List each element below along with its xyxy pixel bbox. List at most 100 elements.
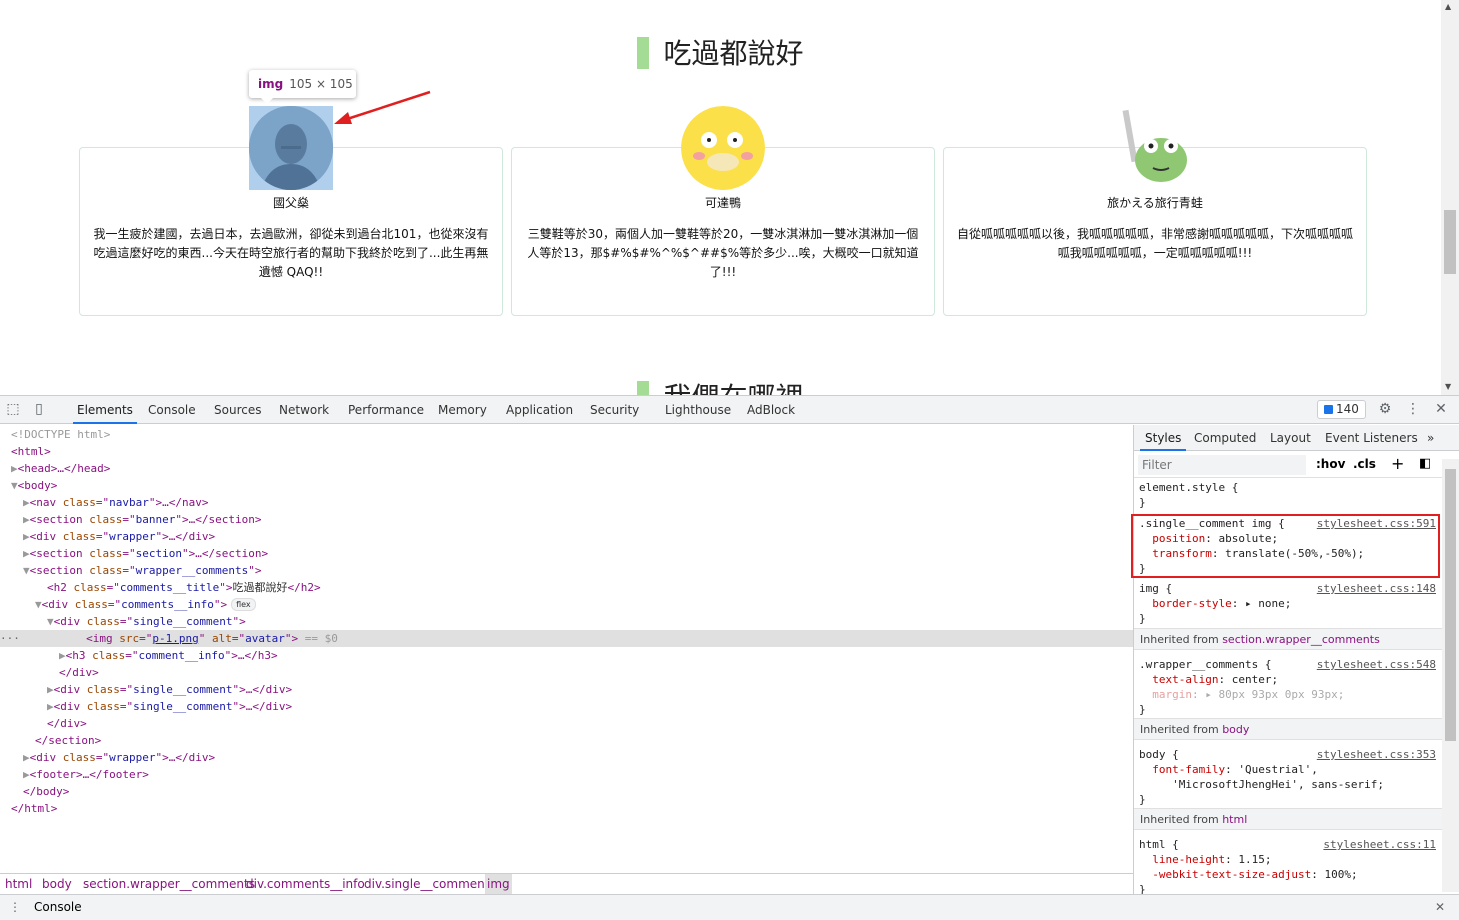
close-drawer-icon[interactable]: ✕ xyxy=(1435,895,1445,920)
toggle-sidebar-icon[interactable]: ◧ xyxy=(1419,456,1431,471)
rule-close-brace: } xyxy=(1139,496,1146,509)
more-tabs-chevron-icon[interactable]: » xyxy=(1422,425,1439,451)
close-devtools-icon[interactable]: ✕ xyxy=(1434,402,1448,416)
next-section-title: 我們在哪裡 xyxy=(0,376,1441,395)
dom-node-section[interactable]: ▶<section class="section">…</section> xyxy=(0,545,1133,562)
tab-memory[interactable]: Memory xyxy=(434,396,491,424)
dom-node-single-comment-3[interactable]: ▶<div class="single__comment">…</div> xyxy=(0,698,1133,715)
breadcrumb-item[interactable]: div.comments__info xyxy=(244,874,367,894)
declaration-font-family[interactable]: font-family: 'Questrial', xyxy=(1139,762,1439,777)
declaration-text-align[interactable]: text-align: center; xyxy=(1139,672,1439,687)
dom-node-comments-info[interactable]: ▼<div class="comments__info"> flex xyxy=(0,596,1133,613)
issues-badge[interactable]: 140 xyxy=(1317,400,1366,419)
flex-badge[interactable]: flex xyxy=(231,598,256,611)
hover-state-toggle[interactable]: :hov xyxy=(1316,457,1345,471)
styles-scrollbar[interactable] xyxy=(1442,459,1459,892)
dom-node-footer[interactable]: ▶<footer>…</footer> xyxy=(0,766,1133,783)
breadcrumb-item[interactable]: div.single__comment xyxy=(362,874,491,894)
styles-filter-input[interactable]: Filter xyxy=(1138,455,1306,475)
tab-lighthouse[interactable]: Lighthouse xyxy=(661,396,735,424)
declaration-margin-inactive[interactable]: margin: ▸ 80px 93px 0px 93px; xyxy=(1139,687,1439,702)
breadcrumb: html body section.wrapper__comments div.… xyxy=(0,873,1133,894)
tab-event-listeners[interactable]: Event Listeners xyxy=(1320,425,1423,451)
tab-sources[interactable]: Sources xyxy=(210,396,265,424)
tab-console[interactable]: Console xyxy=(144,396,200,424)
devtools-tabbar: ⬚ ▯ Elements Console Sources Network Per… xyxy=(0,396,1459,424)
dom-node-banner[interactable]: ▶<section class="banner">…</section> xyxy=(0,511,1133,528)
more-options-icon[interactable]: ⋮ xyxy=(1406,402,1420,416)
dom-node-close-div: </div> xyxy=(47,717,87,730)
page-scrollbar[interactable]: ▲ ▼ xyxy=(1441,0,1459,395)
new-rule-plus-icon[interactable]: + xyxy=(1391,454,1404,473)
dom-node-comments-section[interactable]: ▼<section class="wrapper__comments"> xyxy=(0,562,1133,579)
annotation-highlight-box xyxy=(1131,514,1440,578)
tab-layout[interactable]: Layout xyxy=(1265,425,1316,451)
declaration-font-family-cont: 'MicrosoftJhengHei', sans-serif; xyxy=(1172,778,1385,791)
element-highlight-overlay xyxy=(249,106,333,190)
comment-name: 可達鴨 xyxy=(704,196,741,210)
comment-text: 三雙鞋等於30，兩個人加一雙鞋等於20，一雙冰淇淋加一雙冰淇淋加一個人等於13，… xyxy=(527,227,919,279)
page-scrollbar-thumb[interactable] xyxy=(1444,210,1456,274)
scroll-down-arrow-icon[interactable]: ▼ xyxy=(1445,382,1451,391)
class-toggle[interactable]: .cls xyxy=(1353,457,1376,471)
drawer-console-tab[interactable]: Console xyxy=(34,895,82,920)
page-viewport: 吃過都說好 國父燊 我一生疲於建國，去過日本，去過歐洲，卻從未到過台北101，也… xyxy=(0,0,1441,395)
issues-flag-icon xyxy=(1324,405,1333,414)
inherited-from-header: Inherited from section.wrapper__comments xyxy=(1134,628,1442,650)
inherited-from-header: Inherited from html xyxy=(1134,808,1442,830)
dom-node-wrapper-2[interactable]: ▶<div class="wrapper">…</div> xyxy=(0,749,1133,766)
dom-node-wrapper[interactable]: ▶<div class="wrapper">…</div> xyxy=(0,528,1133,545)
tab-security[interactable]: Security xyxy=(586,396,643,424)
devtools-panel: ⬚ ▯ Elements Console Sources Network Per… xyxy=(0,395,1459,920)
device-toolbar-icon[interactable]: ▯ xyxy=(32,402,46,416)
dom-node-nav[interactable]: ▶<nav class="navbar">…</nav> xyxy=(0,494,1133,511)
breadcrumb-item[interactable]: body xyxy=(40,874,74,894)
tab-application[interactable]: Application xyxy=(502,396,577,424)
rule-img[interactable]: img {stylesheet.css:148 xyxy=(1139,581,1439,596)
declaration-line-height[interactable]: line-height: 1.15; xyxy=(1139,852,1439,867)
dom-node-body[interactable]: ▼<body> xyxy=(0,477,1133,494)
dom-node-close-body: </body> xyxy=(23,785,70,798)
dom-node-head[interactable]: ▶<head>…</head> xyxy=(0,460,1133,477)
dom-node-html[interactable]: <html> xyxy=(0,443,1133,460)
dom-node-single-comment-2[interactable]: ▶<div class="single__comment">…</div> xyxy=(0,681,1133,698)
title-accent-bar xyxy=(637,381,650,395)
styles-scrollbar-thumb[interactable] xyxy=(1445,469,1456,741)
comment-text: 自從呱呱呱呱呱以後，我呱呱呱呱呱，非常感謝呱呱呱呱呱，下次呱呱呱呱呱我呱呱呱呱呱… xyxy=(956,227,1353,260)
avatar-psyduck xyxy=(681,106,765,190)
dom-node-img-selected[interactable]: ··· <img src="p-1.png" alt="avatar"> == … xyxy=(0,630,1133,647)
element-style-rule[interactable]: element.style { xyxy=(1139,480,1439,495)
rule-wrapper-comments[interactable]: .wrapper__comments {stylesheet.css:548 xyxy=(1139,657,1439,672)
inspect-element-icon[interactable]: ⬚ xyxy=(6,402,20,416)
tab-adblock[interactable]: AdBlock xyxy=(743,396,799,424)
rule-html[interactable]: html {stylesheet.css:11 xyxy=(1139,837,1439,852)
rule-close-brace: } xyxy=(1139,883,1146,894)
title-accent-bar xyxy=(637,37,650,69)
tab-elements[interactable]: Elements xyxy=(73,396,137,424)
dom-node-h2[interactable]: <h2 class="comments__title">吃過都說好</h2> xyxy=(0,579,1133,596)
dom-node-single-comment[interactable]: ▼<div class="single__comment"> xyxy=(0,613,1133,630)
breadcrumb-item-current[interactable]: img xyxy=(485,874,512,894)
dom-node-close-html: </html> xyxy=(11,802,58,815)
rule-close-brace: } xyxy=(1139,703,1146,716)
rule-body[interactable]: body {stylesheet.css:353 xyxy=(1139,747,1439,762)
dom-node-close-div: </div> xyxy=(59,666,99,679)
drawer-menu-icon[interactable]: ⋮ xyxy=(9,895,21,920)
tab-computed[interactable]: Computed xyxy=(1189,425,1261,451)
sidebar-tabs: Styles Computed Layout Event Listeners » xyxy=(1134,425,1459,451)
breadcrumb-item[interactable]: section.wrapper__comments xyxy=(81,874,257,894)
tab-styles[interactable]: Styles xyxy=(1140,425,1187,451)
settings-gear-icon[interactable]: ⚙ xyxy=(1378,402,1392,416)
dom-node-h3[interactable]: ▶<h3 class="comment__info">…</h3> xyxy=(0,647,1133,664)
tab-network[interactable]: Network xyxy=(275,396,333,424)
breadcrumb-item[interactable]: html xyxy=(3,874,34,894)
declaration-text-size-adjust[interactable]: -webkit-text-size-adjust: 100%; xyxy=(1139,867,1439,882)
declaration-border-style[interactable]: border-style: ▸ none; xyxy=(1139,596,1439,611)
rule-close-brace: } xyxy=(1139,793,1146,806)
dom-node-doctype[interactable]: <!DOCTYPE html> xyxy=(0,426,1133,443)
annotation-arrow xyxy=(334,90,431,124)
section-title: 吃過都說好 xyxy=(0,32,1441,72)
comment-text: 我一生疲於建國，去過日本，去過歐洲，卻從未到過台北101，也從來沒有吃過這麼好吃… xyxy=(93,227,489,279)
tab-performance[interactable]: Performance xyxy=(344,396,428,424)
scroll-up-arrow-icon[interactable]: ▲ xyxy=(1445,2,1451,11)
